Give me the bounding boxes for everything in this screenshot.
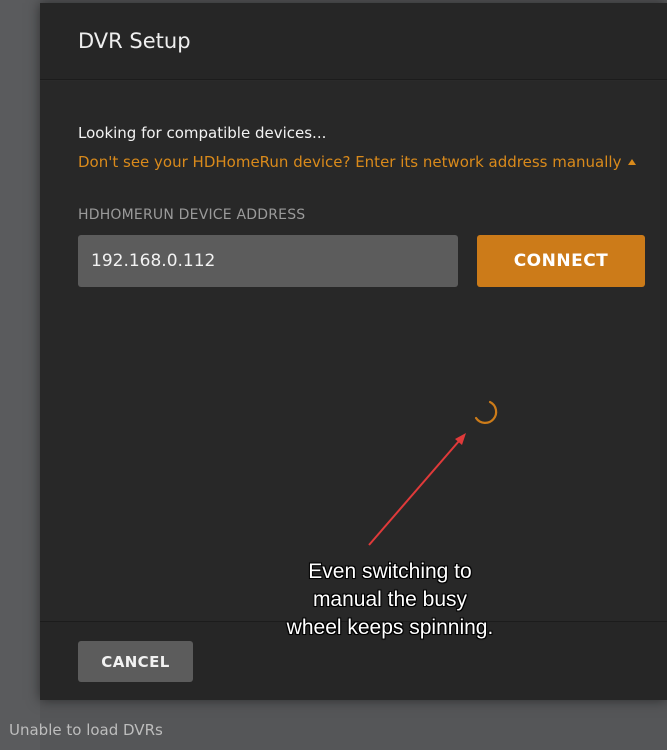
device-address-input[interactable] bbox=[78, 235, 458, 287]
device-address-label: HDHOMERUN DEVICE ADDRESS bbox=[78, 207, 306, 223]
annotation-line-1: Even switching to bbox=[308, 560, 472, 583]
annotation-line-2: manual the busy bbox=[312, 588, 468, 611]
dvr-load-status: Unable to load DVRs bbox=[9, 721, 163, 739]
loading-spinner-icon bbox=[474, 400, 498, 424]
manual-address-link-label: Don't see your HDHomeRun device? Enter i… bbox=[78, 153, 622, 171]
manual-address-link[interactable]: Don't see your HDHomeRun device? Enter i… bbox=[78, 153, 637, 171]
cancel-button[interactable]: CANCEL bbox=[78, 641, 193, 682]
connect-button[interactable]: CONNECT bbox=[477, 235, 645, 287]
modal-title: DVR Setup bbox=[78, 29, 191, 53]
backdrop-panel bbox=[0, 0, 40, 750]
annotation-line-3: wheel keeps spinning. bbox=[286, 616, 494, 639]
modal-body: Looking for compatible devices... Don't … bbox=[40, 81, 667, 621]
modal-header: DVR Setup bbox=[40, 3, 667, 80]
searching-status-text: Looking for compatible devices... bbox=[78, 124, 327, 142]
annotation-callout: Even switching to manual the busy wheel … bbox=[255, 558, 525, 642]
caret-up-icon bbox=[628, 159, 637, 165]
